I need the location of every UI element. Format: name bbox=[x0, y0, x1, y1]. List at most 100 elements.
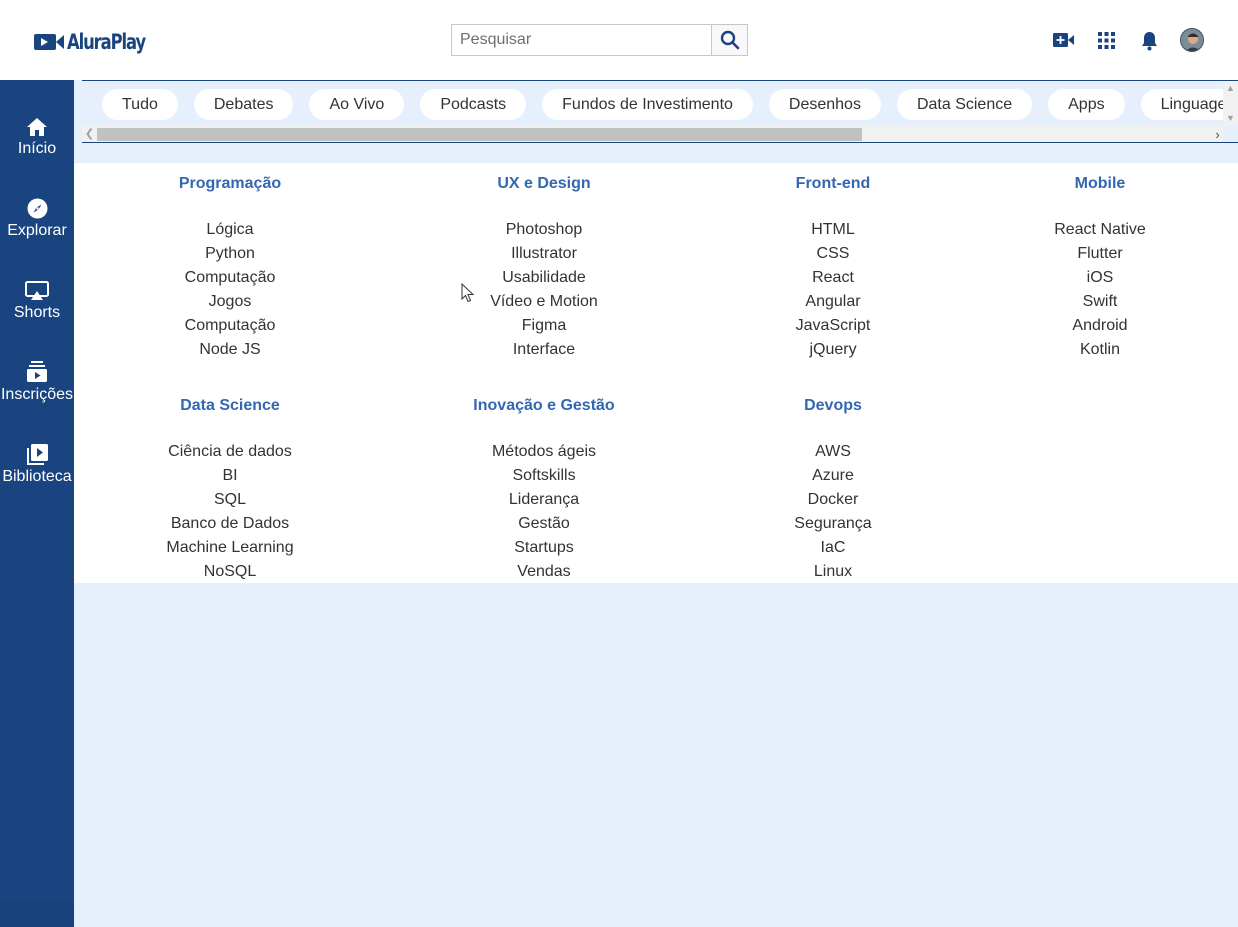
menu-item[interactable]: Node JS bbox=[80, 338, 380, 362]
scroll-left-icon[interactable]: ❮ bbox=[82, 126, 97, 142]
column-title[interactable]: Inovação e Gestão bbox=[394, 396, 694, 416]
vertical-scrollbar[interactable]: ▲ ▼ bbox=[1223, 81, 1238, 126]
menu-item[interactable]: AWS bbox=[683, 440, 983, 464]
menu-item[interactable]: Docker bbox=[683, 488, 983, 512]
column-title[interactable]: Front-end bbox=[683, 174, 983, 194]
menu-column-programacao: Programação Lógica Python Computação Jog… bbox=[80, 174, 380, 362]
video-camera-icon bbox=[34, 34, 64, 50]
column-title[interactable]: Devops bbox=[683, 396, 983, 416]
scroll-down-icon[interactable]: ▼ bbox=[1223, 111, 1238, 126]
menu-item[interactable]: SQL bbox=[80, 488, 380, 512]
sidebar-item-label: Explorar bbox=[7, 222, 67, 239]
aluraplay-logo[interactable]: AluraPlay bbox=[33, 28, 167, 56]
sidebar: Início Explorar Shorts Inscrições Biblio… bbox=[0, 80, 74, 927]
chip-desenhos[interactable]: Desenhos bbox=[768, 89, 881, 120]
add-video-button[interactable] bbox=[1053, 30, 1075, 50]
sidebar-item-shorts[interactable]: Shorts bbox=[0, 275, 74, 339]
sidebar-item-inicio[interactable]: Início bbox=[0, 111, 74, 175]
menu-item[interactable]: Angular bbox=[683, 290, 983, 314]
column-title[interactable]: Mobile bbox=[950, 174, 1238, 194]
subscriptions-icon bbox=[27, 361, 47, 382]
content-area bbox=[74, 583, 1238, 927]
menu-item[interactable]: Figma bbox=[394, 314, 694, 338]
scrollbar-thumb[interactable] bbox=[97, 128, 862, 141]
search-icon bbox=[720, 30, 739, 50]
search-input[interactable] bbox=[451, 24, 711, 56]
category-chip-bar: Tudo Debates Ao Vivo Podcasts Fundos de … bbox=[82, 80, 1238, 143]
sidebar-item-label: Biblioteca bbox=[2, 468, 72, 485]
cast-icon bbox=[25, 281, 49, 300]
menu-item[interactable]: Machine Learning bbox=[80, 536, 380, 560]
search-bar bbox=[451, 24, 748, 56]
sidebar-item-label: Shorts bbox=[13, 304, 61, 321]
menu-item[interactable]: Ciência de dados bbox=[80, 440, 380, 464]
menu-item[interactable]: Startups bbox=[394, 536, 694, 560]
menu-item[interactable]: jQuery bbox=[683, 338, 983, 362]
menu-column-mobile: Mobile React Native Flutter iOS Swift An… bbox=[950, 174, 1238, 362]
menu-item[interactable]: Jogos bbox=[80, 290, 380, 314]
sidebar-footer bbox=[0, 901, 74, 927]
library-icon bbox=[26, 444, 48, 465]
sidebar-item-explorar[interactable]: Explorar bbox=[0, 193, 74, 257]
menu-item[interactable]: JavaScript bbox=[683, 314, 983, 338]
chip-data-science[interactable]: Data Science bbox=[896, 89, 1033, 120]
menu-item[interactable]: Vídeo e Motion bbox=[394, 290, 694, 314]
top-header: AluraPlay bbox=[0, 0, 1238, 80]
menu-item[interactable]: Azure bbox=[683, 464, 983, 488]
menu-item[interactable]: BI bbox=[80, 464, 380, 488]
mouse-cursor-icon bbox=[461, 283, 475, 303]
menu-item[interactable]: iOS bbox=[950, 266, 1238, 290]
search-button[interactable] bbox=[711, 24, 748, 56]
menu-item[interactable]: Interface bbox=[394, 338, 694, 362]
menu-item[interactable]: Photoshop bbox=[394, 218, 694, 242]
menu-item[interactable]: Gestão bbox=[394, 512, 694, 536]
brand-name: AluraPlay bbox=[67, 30, 146, 54]
menu-item[interactable]: Liderança bbox=[394, 488, 694, 512]
column-title[interactable]: Data Science bbox=[80, 396, 380, 416]
chip-apps[interactable]: Apps bbox=[1048, 89, 1125, 120]
column-title[interactable]: UX e Design bbox=[394, 174, 694, 194]
menu-item[interactable]: Computação bbox=[80, 266, 380, 290]
chip-fundos-de-investimento[interactable]: Fundos de Investimento bbox=[542, 89, 753, 120]
menu-item[interactable]: Banco de Dados bbox=[80, 512, 380, 536]
menu-item[interactable]: React Native bbox=[950, 218, 1238, 242]
chip-tudo[interactable]: Tudo bbox=[102, 89, 178, 120]
sidebar-item-inscricoes[interactable]: Inscrições bbox=[0, 357, 74, 421]
menu-item[interactable]: Python bbox=[80, 242, 380, 266]
user-avatar[interactable] bbox=[1180, 28, 1204, 52]
menu-item[interactable]: Lógica bbox=[80, 218, 380, 242]
menu-item[interactable]: Kotlin bbox=[950, 338, 1238, 362]
menu-item[interactable]: IaC bbox=[683, 536, 983, 560]
sidebar-item-biblioteca[interactable]: Biblioteca bbox=[0, 439, 74, 503]
category-menu: Programação Lógica Python Computação Jog… bbox=[74, 163, 1238, 583]
chip-podcasts[interactable]: Podcasts bbox=[420, 89, 527, 120]
menu-item[interactable]: NoSQL bbox=[80, 560, 380, 584]
horizontal-scrollbar[interactable]: ❮ › bbox=[82, 126, 1225, 142]
apps-button[interactable] bbox=[1097, 31, 1115, 49]
menu-item[interactable]: Vendas bbox=[394, 560, 694, 584]
notifications-button[interactable] bbox=[1140, 30, 1158, 51]
column-title[interactable]: Programação bbox=[80, 174, 380, 194]
menu-item[interactable]: Segurança bbox=[683, 512, 983, 536]
scroll-right-icon[interactable]: › bbox=[1210, 126, 1225, 142]
menu-item[interactable]: Softskills bbox=[394, 464, 694, 488]
menu-item[interactable]: HTML bbox=[683, 218, 983, 242]
chip-debates[interactable]: Debates bbox=[193, 89, 294, 120]
menu-item[interactable]: Illustrator bbox=[394, 242, 694, 266]
menu-item[interactable]: Métodos ágeis bbox=[394, 440, 694, 464]
home-icon bbox=[27, 118, 47, 136]
sidebar-item-label: Início bbox=[17, 140, 57, 157]
menu-item[interactable]: Linux bbox=[683, 560, 983, 584]
menu-item[interactable]: Swift bbox=[950, 290, 1238, 314]
menu-top-spacer bbox=[74, 143, 1238, 163]
scroll-up-icon[interactable]: ▲ bbox=[1223, 81, 1238, 96]
menu-column-front-end: Front-end HTML CSS React Angular JavaScr… bbox=[683, 174, 983, 362]
menu-item[interactable]: React bbox=[683, 266, 983, 290]
menu-item[interactable]: Android bbox=[950, 314, 1238, 338]
menu-item[interactable]: Usabilidade bbox=[394, 266, 694, 290]
menu-item[interactable]: Computação bbox=[80, 314, 380, 338]
menu-item[interactable]: Flutter bbox=[950, 242, 1238, 266]
chip-ao-vivo[interactable]: Ao Vivo bbox=[309, 89, 405, 120]
menu-item[interactable]: CSS bbox=[683, 242, 983, 266]
compass-icon bbox=[27, 198, 47, 219]
